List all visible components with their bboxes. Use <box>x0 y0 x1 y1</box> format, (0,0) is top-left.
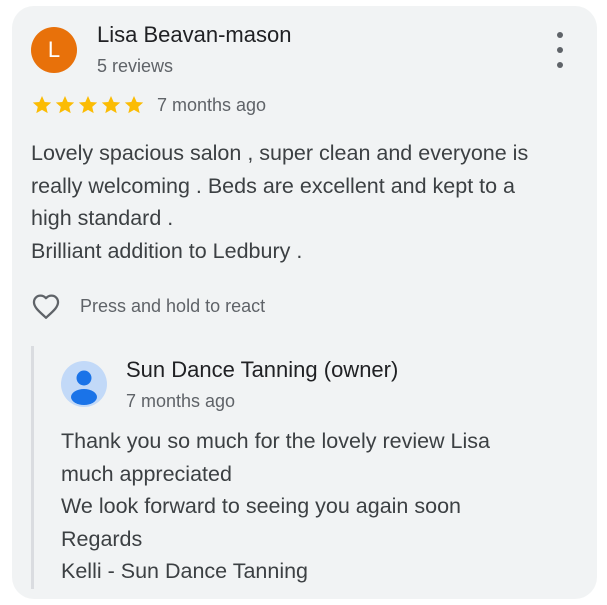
star-rating <box>31 94 146 116</box>
review-text-line: Brilliant addition to Ledbury . <box>31 238 303 263</box>
owner-name: Sun Dance Tanning (owner) <box>126 357 399 382</box>
more-options-button[interactable] <box>546 32 574 68</box>
reply-text-line: We look forward to seeing you again soon <box>61 494 461 519</box>
reply-text-line: Kelli - Sun Dance Tanning <box>61 559 309 584</box>
reply-text-line: Regards <box>61 526 143 551</box>
owner-reply-text: Thank you so much for the lovely review … <box>61 425 581 588</box>
person-icon <box>71 370 97 405</box>
review-text-line: really welcoming . Beds are excellent an… <box>31 173 516 198</box>
star-icon <box>78 96 98 114</box>
reviewer-name[interactable]: Lisa Beavan-mason <box>97 22 291 48</box>
react-label: Press and hold to react <box>80 295 266 316</box>
rating-row: 7 months ago <box>31 92 266 118</box>
star-icon <box>55 96 75 114</box>
more-vert-icon-dot <box>557 62 563 68</box>
review-text-line: high standard . <box>31 206 174 231</box>
owner-avatar <box>61 361 107 407</box>
reply-divider <box>31 346 34 589</box>
owner-reply-date: 7 months ago <box>126 391 236 411</box>
reviewer-avatar[interactable]: L <box>31 27 77 73</box>
more-vert-icon-dot <box>557 32 563 38</box>
react-button[interactable]: Press and hold to react <box>28 288 265 324</box>
star-icon <box>124 96 144 114</box>
star-icon <box>101 96 121 114</box>
reviewer-review-count[interactable]: 5 reviews <box>97 56 173 77</box>
review-text-line: Lovely spacious salon , super clean and … <box>31 141 529 165</box>
more-vert-icon-dot <box>557 47 563 53</box>
reply-text-line: Thank you so much for the lovely review … <box>61 429 491 453</box>
review-text: Lovely spacious salon , super clean and … <box>31 137 581 267</box>
star-icon <box>32 96 52 114</box>
reply-text-line: much appreciated <box>61 461 232 486</box>
review-date: 7 months ago <box>157 94 267 115</box>
avatar-initial: L <box>47 37 61 62</box>
heart-outline-icon <box>32 294 60 319</box>
